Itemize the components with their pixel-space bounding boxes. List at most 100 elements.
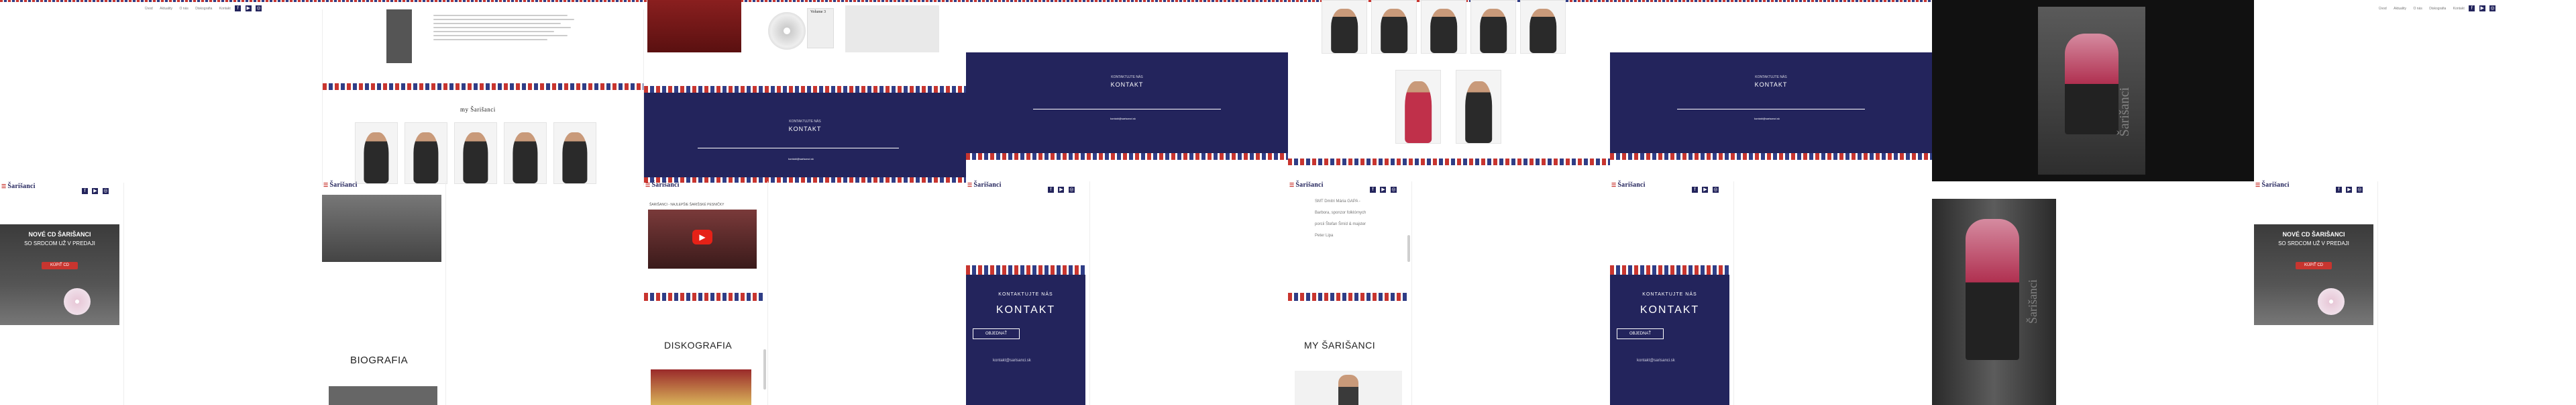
member-card[interactable]: [454, 122, 497, 184]
folk-divider: [1610, 265, 1729, 275]
bio-line: porcii Štefan Šmíd & majster: [1315, 222, 1366, 226]
album-cover-mobile[interactable]: [651, 369, 751, 405]
nav-link[interactable]: Úvod: [2379, 7, 2387, 11]
nav-link[interactable]: Diskografia: [195, 7, 212, 11]
header-social: f ▶ ◎: [1690, 182, 1719, 194]
bio-text: SMT Dmitri Mária GAPA - Barbora, sponzor…: [1315, 199, 1366, 239]
youtube-icon[interactable]: ▶: [92, 188, 99, 194]
header-nav-2: Úvod Aktuality O nás Diskografia Kontakt…: [2375, 1, 2576, 11]
site-logo[interactable]: Šarišanci: [2255, 181, 2290, 189]
youtube-icon[interactable]: ▶: [1702, 187, 1709, 193]
watermark-text: Šarišanci: [2117, 87, 2132, 137]
about-text-block: [433, 13, 581, 43]
nav-link[interactable]: Diskografia: [2429, 7, 2446, 11]
promo-line1: NOVÉ CD ŠARIŠANCI: [28, 231, 91, 238]
kontakt-subtitle: KONTAKTUJTE NÁS: [1642, 292, 1697, 297]
buy-cd-button[interactable]: KÚPIŤ CD: [42, 262, 78, 269]
video-thumbnail[interactable]: ▶: [648, 210, 757, 269]
member-photo-mobile: [1295, 371, 1402, 405]
instagram-icon[interactable]: ◎: [102, 188, 109, 194]
kontakt-email[interactable]: kontakt@sarisanci.sk: [993, 359, 1031, 363]
instagram-icon[interactable]: ◎: [1390, 187, 1397, 193]
header-social: f ▶ ◎: [80, 183, 109, 195]
nav-link[interactable]: O nás: [2414, 7, 2422, 11]
costume-card[interactable]: [1395, 70, 1441, 144]
nav-link[interactable]: Kontakt: [219, 7, 231, 11]
site-logo[interactable]: Šarišanci: [967, 181, 1002, 189]
facebook-icon[interactable]: f: [235, 5, 241, 11]
site-logo[interactable]: Šarišanci: [1611, 181, 1646, 189]
nav-link[interactable]: Kontakt: [2453, 7, 2465, 11]
order-button[interactable]: OBJEDNAŤ: [1617, 328, 1664, 339]
instagram-icon[interactable]: ◎: [2356, 187, 2363, 193]
costume-card[interactable]: [1421, 0, 1466, 54]
site-logo[interactable]: Šarišanci: [323, 181, 358, 189]
video-caption: ŠARIŠANCI - NAJLEPŠIE ŠARIŠSKÉ PESNIČKY: [649, 203, 724, 207]
panel-about-desktop: my Šarišanci: [322, 9, 644, 185]
order-button[interactable]: OBJEDNAŤ: [973, 328, 1020, 339]
youtube-icon[interactable]: ▶: [1380, 187, 1387, 193]
scrollbar[interactable]: [1407, 235, 1410, 262]
kontakt-email[interactable]: kontakt@sarisanci.sk: [1754, 117, 1780, 120]
instagram-icon[interactable]: ◎: [2489, 5, 2496, 11]
header-social: f ▶ ◎: [2334, 182, 2363, 194]
play-icon[interactable]: ▶: [692, 230, 712, 244]
facebook-icon[interactable]: f: [1370, 187, 1376, 193]
section-heading-biografia: BIOGRAFIA: [350, 355, 409, 366]
scrollbar[interactable]: [763, 349, 766, 390]
youtube-icon[interactable]: ▶: [2479, 5, 2485, 11]
costume-card[interactable]: [1456, 70, 1501, 144]
facebook-icon[interactable]: f: [1692, 187, 1698, 193]
costume-card[interactable]: [1371, 0, 1417, 54]
promo-line1: NOVÉ CD ŠARIŠANCI: [2282, 231, 2345, 238]
album-cover: Volume 3: [807, 8, 834, 48]
kontakt-email[interactable]: kontakt@sarisanci.sk: [1637, 359, 1675, 363]
kontakt-section: KONTAKTUJTE NÁS KONTAKT kontakt@sarisanc…: [966, 52, 1288, 153]
section-heading-about: MY ŠARIŠANCI: [1304, 340, 1376, 351]
nav-link[interactable]: Úvod: [145, 7, 153, 11]
youtube-icon[interactable]: ▶: [1058, 187, 1065, 193]
member-card[interactable]: [553, 122, 596, 184]
kontakt-email[interactable]: kontakt@sarisanci.sk: [788, 157, 814, 161]
band-photo-2: [845, 5, 939, 52]
costume-card[interactable]: [1470, 0, 1516, 54]
kontakt-title: KONTAKT: [788, 126, 822, 132]
youtube-icon[interactable]: ▶: [2346, 187, 2353, 193]
kontakt-email[interactable]: kontakt@sarisanci.sk: [1110, 117, 1136, 120]
bio-line: Peter Lipa: [1315, 234, 1334, 238]
youtube-icon[interactable]: ▶: [245, 5, 252, 11]
member-card[interactable]: [405, 122, 447, 184]
kontakt-subtitle: KONTAKTUJTE NÁS: [998, 292, 1053, 297]
facebook-icon[interactable]: f: [2469, 5, 2475, 11]
facebook-icon[interactable]: f: [1048, 187, 1054, 193]
folk-divider: [1288, 159, 1610, 165]
costume-card[interactable]: [1322, 0, 1367, 54]
mobile-diskografia: Šarišanci ŠARIŠANCI - NAJLEPŠIE ŠARIŠSKÉ…: [644, 181, 768, 405]
folk-divider: [1610, 153, 1932, 160]
site-logo[interactable]: Šarišanci: [1289, 181, 1324, 189]
album-label: Volume 3: [810, 10, 826, 14]
nav-link[interactable]: Aktuality: [2394, 7, 2406, 11]
buy-cd-button[interactable]: KÚPIŤ CD: [2296, 262, 2332, 269]
folk-divider: [644, 293, 763, 301]
nav-link[interactable]: Aktuality: [160, 7, 172, 11]
facebook-icon[interactable]: f: [82, 188, 88, 194]
panel-costumes-desktop: [1288, 0, 1610, 168]
kontakt-title: KONTAKT: [996, 304, 1056, 316]
kontakt-subtitle: KONTAKTUJTE NÁS: [1111, 75, 1143, 79]
nav-link[interactable]: O nás: [180, 7, 189, 11]
promo-banner: NOVÉ CD ŠARIŠANCI SO SRDCOM UŽ V PREDAJI…: [0, 224, 119, 325]
instagram-icon[interactable]: ◎: [1712, 187, 1719, 193]
facebook-icon[interactable]: f: [2336, 187, 2342, 193]
member-card[interactable]: [504, 122, 547, 184]
member-card[interactable]: [355, 122, 398, 184]
instagram-icon[interactable]: ◎: [1068, 187, 1075, 193]
instagram-icon[interactable]: ◎: [256, 5, 262, 11]
folk-divider: [323, 83, 643, 90]
kontakt-section: KONTAKTUJTE NÁS KONTAKT kontakt@sarisanc…: [644, 93, 966, 177]
site-logo[interactable]: Šarišanci: [1, 183, 36, 190]
costume-card[interactable]: [1520, 0, 1566, 54]
kontakt-subtitle: KONTAKTUJTE NÁS: [1755, 75, 1787, 79]
section-heading-diskografia: DISKOGRAFIA: [664, 340, 733, 351]
site-logo[interactable]: Šarišanci: [645, 181, 680, 189]
